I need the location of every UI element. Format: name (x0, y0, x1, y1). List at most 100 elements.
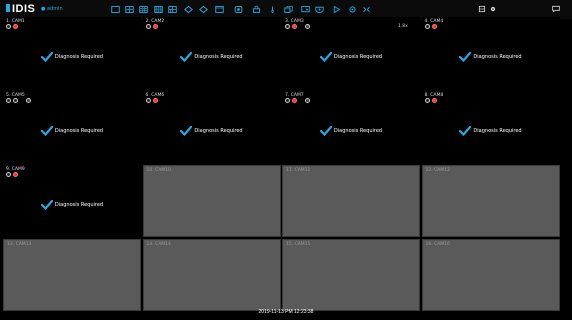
camera-tile[interactable]: 11. CAM11 (282, 165, 420, 237)
layout-1x1-icon[interactable] (111, 5, 120, 13)
record-status-icon (13, 172, 18, 177)
camera-tile[interactable]: 16. CAM16 (421, 239, 560, 311)
event-status-icon (145, 98, 151, 103)
camera-name: 16. CAM16 (425, 242, 450, 247)
checkmark-icon (319, 52, 332, 62)
diagnosis-text: Diagnosis Required (194, 128, 243, 134)
camera-tile[interactable]: 9. CAM9 Diagnosis Required (3, 165, 141, 237)
checkmark-icon (40, 200, 53, 210)
checkmark-icon (180, 52, 193, 62)
camera-tile[interactable]: 7. CAM7 P Diagnosis Required (282, 91, 420, 163)
diagnosis-message: Diagnosis Required (282, 52, 420, 62)
camera-status-icons (145, 24, 158, 30)
camera-status-icons (145, 98, 158, 104)
layout-custom-icon[interactable] (168, 5, 177, 13)
gear-icon[interactable] (489, 5, 497, 13)
diagnosis-message: Diagnosis Required (143, 126, 281, 136)
checkmark-icon (459, 52, 472, 62)
checkmark-icon (459, 126, 472, 136)
diagnosis-message: Diagnosis Required (3, 52, 141, 62)
preset-icon: P (305, 98, 310, 103)
event-status-icon (6, 24, 11, 29)
setup-icon[interactable] (348, 5, 357, 13)
camera-tile[interactable]: 3. CAM3 P 1.8x Diagnosis Required (282, 17, 420, 89)
camera-name: 13. CAM13 (7, 242, 32, 247)
current-user[interactable]: ● admin (41, 6, 63, 12)
record-status-icon (152, 24, 158, 29)
event-status-icon (6, 172, 11, 177)
monitor-icon[interactable] (301, 5, 310, 13)
event-status-icon (13, 98, 18, 103)
diagnosis-text: Diagnosis Required (54, 202, 104, 208)
lock-icon[interactable] (252, 5, 261, 13)
camera-tile[interactable]: 2. CAM2 Diagnosis Required (142, 17, 281, 89)
camera-tile[interactable]: 13. CAM13 (3, 239, 141, 311)
checkmark-icon (40, 52, 53, 62)
event-status-icon (285, 98, 290, 103)
record-status-icon (292, 24, 297, 29)
play-icon[interactable] (332, 5, 341, 13)
checkmark-icon (319, 126, 332, 136)
camera-status-icons (424, 24, 437, 30)
camera-status-icons (6, 24, 18, 30)
ptz-icon[interactable] (315, 5, 324, 13)
diagnosis-message: Diagnosis Required (3, 126, 141, 136)
event-status-icon (424, 98, 430, 103)
layout-2x2-icon[interactable] (125, 5, 134, 13)
camera-tile[interactable]: 4. CAM4 Diagnosis Required (421, 17, 560, 89)
camera-tile[interactable]: 10. CAM10 (142, 165, 281, 237)
record-status-icon (13, 24, 18, 29)
preset-icon: P (26, 98, 31, 103)
diagnosis-message: Diagnosis Required (3, 200, 141, 210)
camera-status-icons (6, 98, 18, 104)
checkmark-icon (180, 126, 193, 136)
camera-name: 10. CAM10 (146, 168, 171, 173)
alarm-out-icon[interactable] (268, 5, 277, 13)
diagnosis-text: Diagnosis Required (54, 54, 104, 60)
layout-3x3-icon[interactable] (139, 5, 148, 13)
camera-name: 15. CAM15 (286, 242, 311, 247)
camera-tile[interactable]: 15. CAM15 (282, 239, 420, 311)
camera-tile[interactable]: 1. CAM1 Diagnosis Required (3, 17, 141, 89)
record-icon[interactable] (234, 5, 243, 13)
diagnosis-text: Diagnosis Required (473, 54, 522, 60)
datetime-display: 2019-11-13 PM 12:23:38 (258, 309, 314, 315)
diagnosis-text: Diagnosis Required (54, 128, 104, 134)
preset-icon: P (305, 24, 310, 29)
diagnosis-text: Diagnosis Required (333, 128, 383, 134)
playback-speed: 1.8x (398, 24, 408, 29)
camera-tile[interactable]: 14. CAM14 (142, 239, 281, 311)
event-status-icon (424, 24, 430, 29)
diagnosis-text: Diagnosis Required (473, 128, 522, 134)
camera-status-icons (285, 98, 297, 104)
camera-name: 14. CAM14 (146, 242, 171, 247)
network-icon[interactable] (362, 5, 371, 13)
diagnosis-text: Diagnosis Required (194, 54, 243, 60)
checkmark-icon (40, 126, 53, 136)
camera-status-icons (285, 24, 297, 30)
record-status-icon (431, 98, 437, 103)
diagnosis-text: Diagnosis Required (333, 54, 383, 60)
camera-group-icon[interactable] (199, 5, 208, 13)
storage-icon[interactable] (478, 5, 486, 13)
sequence-icon[interactable] (184, 5, 193, 13)
diagnosis-message: Diagnosis Required (422, 52, 560, 62)
copy-icon[interactable] (284, 5, 293, 13)
message-icon[interactable] (552, 5, 560, 13)
record-status-icon (152, 98, 158, 103)
layout-4x4-icon[interactable] (154, 5, 163, 13)
camera-tile[interactable]: 5. CAM5 P Diagnosis Required (3, 91, 141, 163)
event-status-icon (6, 98, 11, 103)
camera-name: 11. CAM11 (286, 168, 311, 173)
camera-status-icons (424, 98, 437, 104)
diagnosis-message: Diagnosis Required (143, 52, 281, 62)
camera-tile[interactable]: 6. CAM6 Diagnosis Required (142, 91, 281, 163)
camera-tile[interactable]: 8. CAM8 Diagnosis Required (421, 91, 560, 163)
diagnosis-message: Diagnosis Required (422, 126, 560, 136)
camera-status-icons (6, 172, 18, 178)
fullscreen-icon[interactable] (215, 5, 224, 13)
camera-name: 12. CAM12 (425, 168, 450, 173)
event-status-icon (285, 24, 290, 29)
idis-logo: IDIS (6, 3, 35, 15)
camera-tile[interactable]: 12. CAM12 (421, 165, 560, 237)
